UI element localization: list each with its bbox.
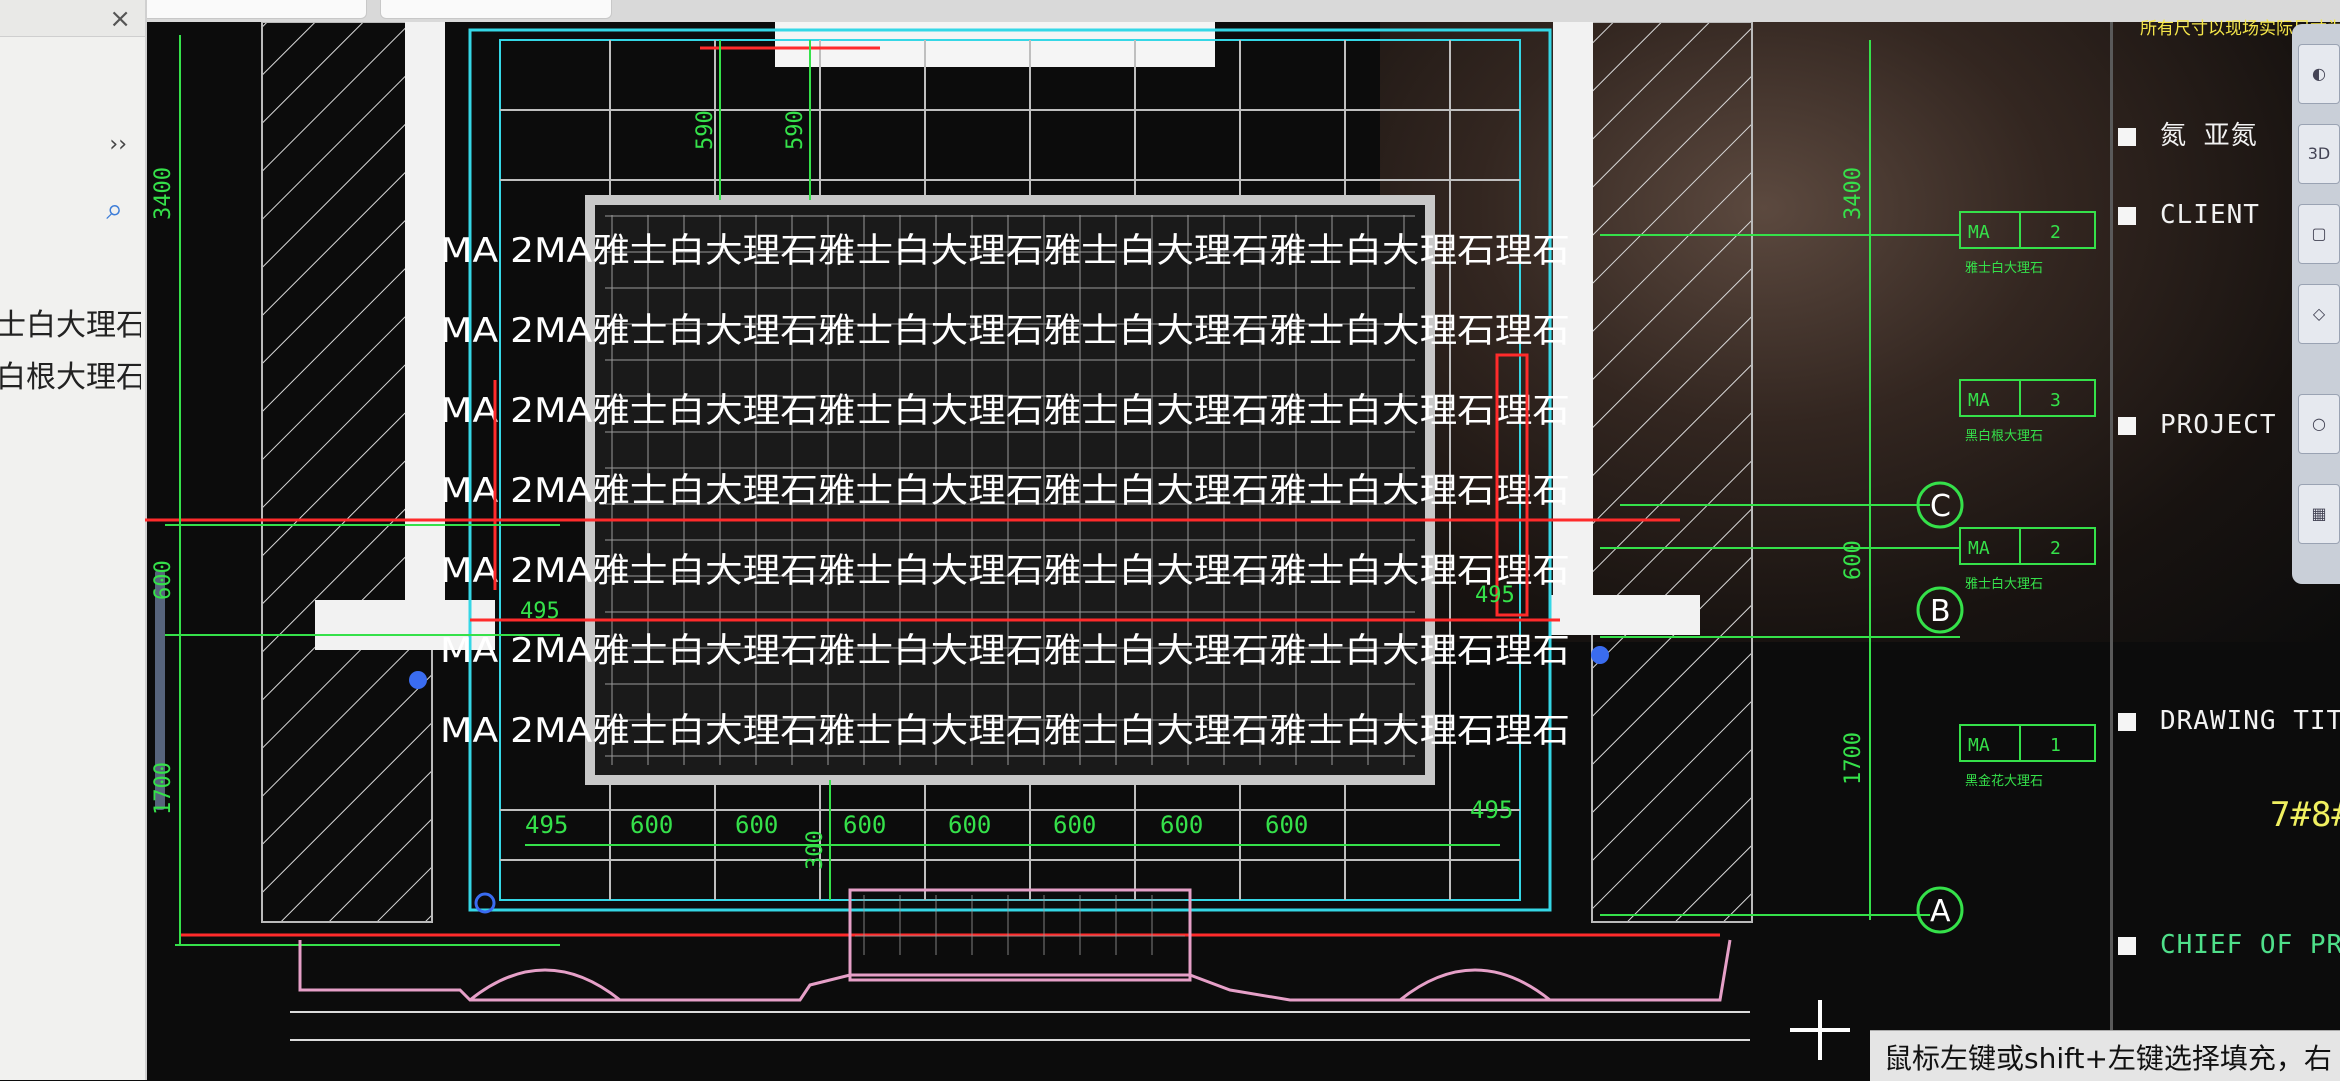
tag-1-code: MA (1968, 222, 1990, 243)
search-icon[interactable]: ⌕ (106, 192, 123, 227)
tag-4-code: MA (1968, 735, 1990, 756)
hatched-wall-right (1591, 22, 1753, 923)
dim-bottom-1: 495 (525, 811, 568, 839)
beam-right (1550, 595, 1700, 635)
grid-label-a: A (1930, 894, 1951, 929)
command-status-bar: 鼠标左键或shift+左键选择填充，右 (1870, 1030, 2340, 1081)
panel-item-material-2[interactable]: 白根大理石 (0, 352, 141, 396)
grid-bubbles: C B A (1916, 481, 1964, 934)
dim-right-bottom: 1700 (1841, 732, 1866, 785)
title-row-project-label: PROJECT (2160, 410, 2277, 440)
tag-1-note: 雅士白大理石 (1965, 260, 2043, 276)
title-row-project: PROJECT (2118, 410, 2277, 440)
material-label-row-3: MA 2MA雅士白大理石雅士白大理石雅士白大理石雅士白大理石理石 (440, 391, 1570, 431)
title-row-1-label: 氮 亚氮 (2160, 121, 2258, 151)
title-row-chief-label: CHIEF OF PRO (2160, 930, 2340, 960)
tag-1-num: 2 (2050, 222, 2061, 243)
blue-marker-left (409, 671, 427, 689)
grid-view-icon[interactable]: ▦ (2298, 484, 2340, 544)
view-3d-button[interactable]: 3D (2298, 124, 2340, 184)
expand-icon[interactable]: ›› (109, 132, 127, 157)
grid-label-c: C (1930, 489, 1951, 524)
material-label-row-6: MA 2MA雅士白大理石雅士白大理石雅士白大理石雅士白大理石理石 (440, 631, 1570, 671)
tag-2-note: 黑白根大理石 (1965, 428, 2043, 444)
dim-left-mid: 600 (151, 560, 176, 600)
material-tags: MA 2 雅士白大理石 MA 3 黑白根大理石 MA 2 雅士白大理石 MA 1… (1959, 211, 2096, 789)
tag-2-code: MA (1968, 390, 1990, 411)
tag-4-num: 1 (2050, 735, 2061, 756)
title-row-1: 氮 亚氮 (2118, 115, 2258, 152)
layer-side-panel: × ›› ⌕ 士白大理石 白根大理石 (0, 0, 147, 1080)
checkbox-icon (2118, 416, 2136, 435)
material-label-row-1: MA 2MA雅士白大理石雅士白大理石雅士白大理石雅士白大理石理石 (440, 231, 1570, 271)
material-label-row-5: MA 2MA雅士白大理石雅士白大理石雅士白大理石雅士白大理石理石 (440, 551, 1570, 591)
bottom-dimension-row: 495 600 600 600 600 600 600 600 495 (525, 796, 1513, 839)
compass-icon[interactable]: ◐ (2298, 44, 2340, 104)
dim-bottom-6: 600 (1053, 811, 1096, 839)
tag-3-note: 雅士白大理石 (1965, 576, 2043, 592)
dim-top-1: 590 (693, 110, 718, 150)
dim-left-bottom: 1700 (151, 762, 176, 815)
dim-bottom-2: 600 (630, 811, 673, 839)
grid-label-b: B (1930, 594, 1951, 629)
drawing-number: 7#8#9 (2270, 795, 2340, 835)
checkbox-icon (2118, 206, 2136, 225)
panel-item-material-1[interactable]: 士白大理石 (0, 300, 141, 344)
blue-marker-right (1591, 646, 1609, 664)
command-prompt-text: 鼠标左键或shift+左键选择填充，右 (1884, 1042, 2332, 1075)
dim-top-2: 590 (783, 110, 808, 150)
title-row-drawing-title: DRAWING TITLE (2118, 706, 2340, 736)
dim-mid-right: 495 (1475, 583, 1515, 608)
checkbox-icon (2118, 936, 2136, 955)
title-row-client: CLIENT (2118, 200, 2260, 230)
cube-iso-icon[interactable]: ◇ (2298, 284, 2340, 344)
dim-bottom-5: 600 (948, 811, 991, 839)
material-label-row-7: MA 2MA雅士白大理石雅士白大理石雅士白大理石雅士白大理石理石 (440, 711, 1570, 751)
orbit-icon[interactable]: ○ (2298, 394, 2340, 454)
stair-pattern (855, 895, 1185, 955)
cad-drawing-canvas[interactable]: MA 2MA雅士白大理石雅士白大理石雅士白大理石雅士白大理石理石 MA 2MA雅… (145, 22, 2295, 1080)
dim-bottom-8: 600 (1265, 811, 1308, 839)
dim-left-top: 3400 (151, 167, 176, 220)
dim-right-mid: 600 (1841, 540, 1866, 580)
view-toolbar: ◐ 3D ▢ ◇ ○ ▦ (2292, 24, 2340, 584)
material-label-row-4: MA 2MA雅士白大理石雅士白大理石雅士白大理石雅士白大理石理石 (440, 471, 1570, 511)
document-tab-2[interactable] (380, 0, 612, 19)
tag-2-num: 3 (2050, 390, 2061, 411)
title-row-client-label: CLIENT (2160, 200, 2260, 230)
dim-bottom-4: 600 (843, 811, 886, 839)
tag-3-code: MA (1968, 538, 1990, 559)
title-row-drawing-title-label: DRAWING TITLE (2160, 706, 2340, 736)
dim-bottom-7: 600 (1160, 811, 1203, 839)
tag-4-note: 黑金花大理石 (1965, 773, 2043, 789)
dim-bottom-3: 600 (735, 811, 778, 839)
dim-small: 300 (803, 830, 828, 870)
checkbox-icon (2118, 127, 2136, 146)
close-icon[interactable]: × (109, 4, 131, 34)
cube-front-icon[interactable]: ▢ (2298, 204, 2340, 264)
crosshair-cursor-icon (1790, 1000, 1850, 1060)
window-top-strip (0, 0, 2340, 22)
title-row-chief: CHIEF OF PRO (2118, 930, 2340, 960)
checkbox-icon (2118, 712, 2136, 731)
tag-3-num: 2 (2050, 538, 2061, 559)
dim-right-top: 3400 (1841, 167, 1866, 220)
dim-bottom-9: 495 (1470, 796, 1513, 824)
dim-mid-left: 495 (520, 599, 560, 624)
panel-header: × (0, 0, 145, 37)
material-label-row-2: MA 2MA雅士白大理石雅士白大理石雅士白大理石雅士白大理石理石 (440, 311, 1570, 351)
column-left (405, 22, 445, 622)
